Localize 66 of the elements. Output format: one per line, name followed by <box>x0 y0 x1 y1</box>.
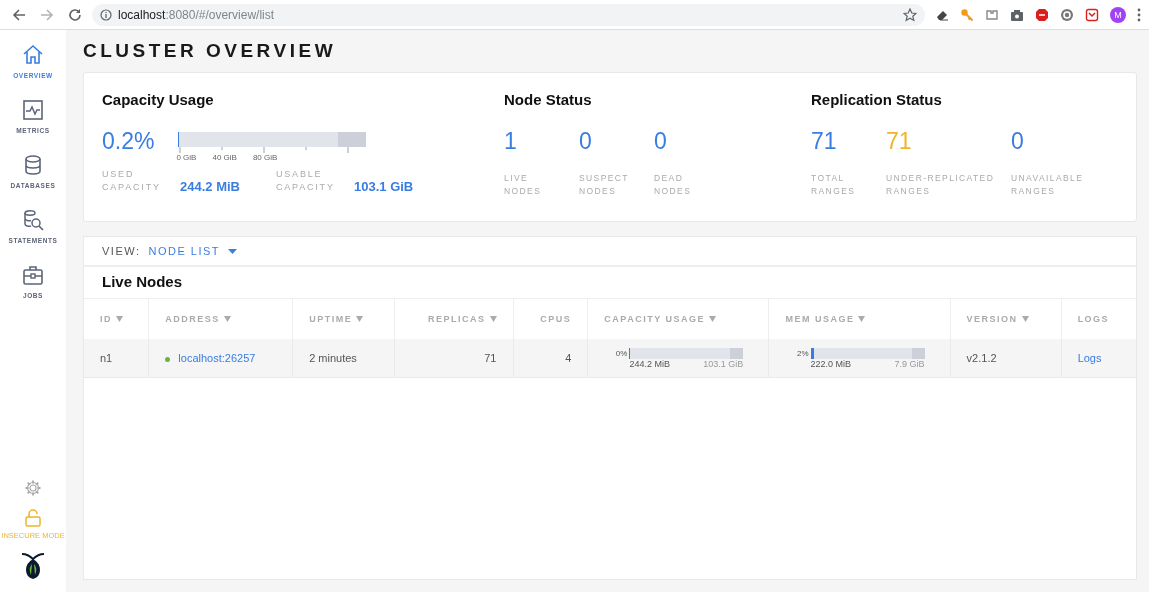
usage-used: 222.0 MiB <box>810 358 852 369</box>
metric-label: UNDER-REPLICATED RANGES <box>886 172 996 198</box>
metric-label: TOTAL RANGES <box>811 172 857 198</box>
stat-value: 244.2 MiB <box>180 179 240 194</box>
table-cell: v2.1.2 <box>950 339 1062 378</box>
menu-icon[interactable] <box>1137 7 1141 22</box>
table-title: Live Nodes <box>101 272 184 292</box>
section-title: Replication Status <box>811 91 943 108</box>
logs-link[interactable]: Logs <box>1077 352 1102 364</box>
stat-label: USED CAPACITY <box>102 168 160 194</box>
caret-icon <box>228 248 238 254</box>
usage-percent: 2% <box>795 348 809 358</box>
axis-label: 40 GiB <box>212 153 237 162</box>
star-icon[interactable] <box>903 7 917 22</box>
metric-value: 71 <box>811 128 838 154</box>
sort-icon <box>709 316 716 322</box>
address-bar[interactable]: localhost:8080/#/overview/list <box>92 3 925 26</box>
metric-value: 0 <box>1011 128 1025 154</box>
metric-label: DEAD NODES <box>654 172 693 198</box>
cockroach-logo-icon[interactable] <box>21 552 45 580</box>
url-text: localhost:8080/#/overview/list <box>118 7 276 22</box>
page-title: CLUSTER OVERVIEW <box>83 40 338 62</box>
circle-icon[interactable] <box>1060 7 1074 22</box>
capacity-percent: 0.2% <box>102 128 155 154</box>
stop-sign-icon[interactable] <box>1035 7 1049 22</box>
metric-value: 0 <box>654 128 668 154</box>
metric-label: LIVE NODES <box>504 172 543 198</box>
metric-value: 71 <box>886 128 913 154</box>
metric-value: 0 <box>579 128 593 154</box>
back-icon[interactable] <box>12 7 26 22</box>
camera-icon[interactable] <box>1010 7 1024 22</box>
table-cell: 71 <box>394 339 513 378</box>
home-icon <box>22 44 44 66</box>
address-link[interactable]: localhost:26257 <box>178 352 256 364</box>
usage-percent: 0% <box>614 348 628 358</box>
sort-icon <box>489 316 497 322</box>
table-cell: n1 <box>84 339 149 378</box>
table-cell: 4 <box>513 339 588 378</box>
axis-label: 80 GiB <box>252 153 278 162</box>
metric-label: UNAVAILABLE RANGES <box>1011 172 1085 198</box>
chart-icon <box>22 99 44 121</box>
briefcase-icon <box>22 264 44 286</box>
axis-label: 0 GiB <box>176 153 197 162</box>
usage-total: 7.9 GiB <box>894 358 925 369</box>
sort-icon <box>356 316 364 322</box>
sort-icon <box>1021 316 1029 322</box>
view-label: VIEW: <box>102 245 141 257</box>
sort-icon <box>116 316 123 322</box>
database-icon <box>22 154 44 176</box>
stat-value: 103.1 GiB <box>354 179 414 194</box>
search-database-icon <box>22 209 44 231</box>
table-cell: 2 minutes <box>292 339 395 378</box>
view-dropdown[interactable]: NODE LIST <box>148 245 238 257</box>
sort-icon <box>858 316 866 322</box>
metric-value: 1 <box>504 128 518 154</box>
sort-icon <box>223 316 231 322</box>
reload-icon[interactable] <box>68 7 82 22</box>
profile-avatar[interactable]: M <box>1110 6 1126 23</box>
section-title: Capacity Usage <box>102 91 215 108</box>
usage-used: 244.2 MiB <box>629 358 670 369</box>
metric-label: SUSPECT NODES <box>579 172 630 198</box>
usage-total: 103.1 GiB <box>703 358 744 369</box>
section-title: Node Status <box>504 91 593 108</box>
info-icon[interactable] <box>100 8 112 21</box>
lock-icon <box>24 509 42 527</box>
stat-label: USABLE CAPACITY <box>276 168 334 194</box>
